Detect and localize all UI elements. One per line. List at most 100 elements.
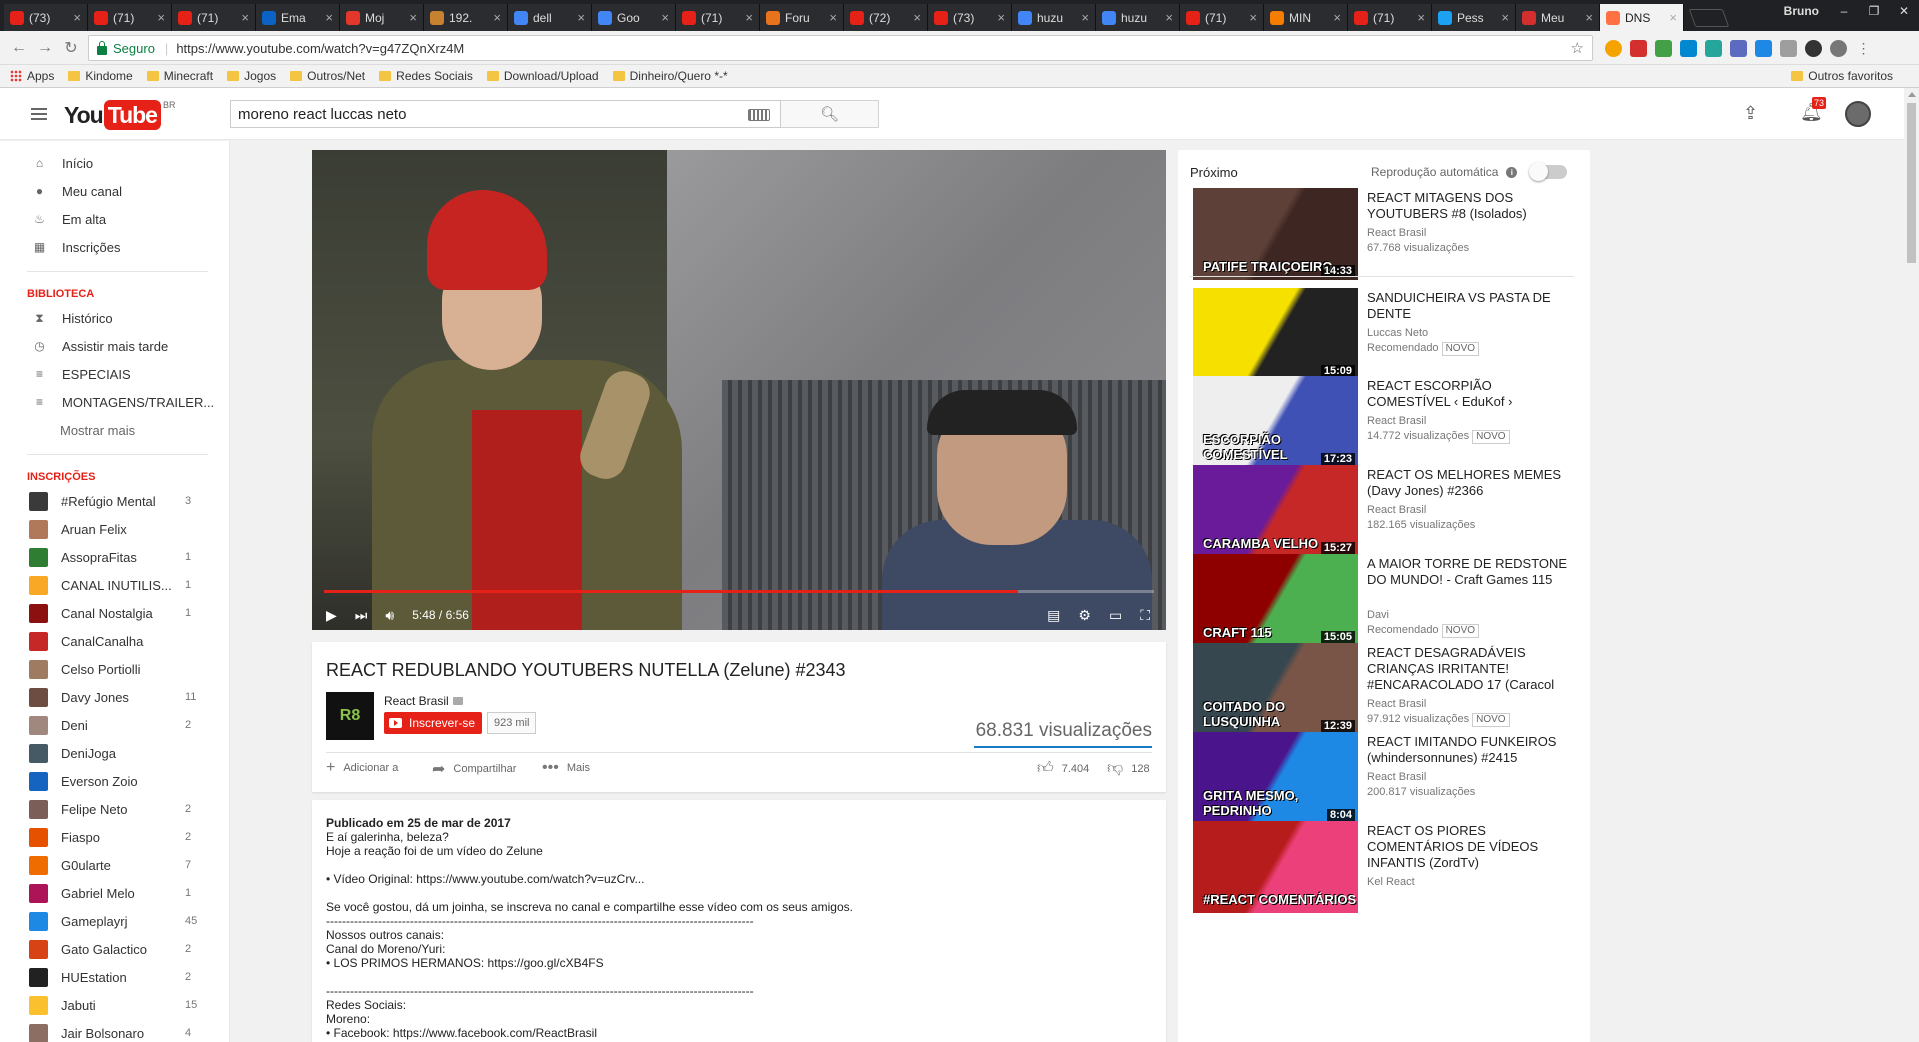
extension-icon[interactable] [1780, 40, 1797, 57]
related-video-channel[interactable]: Davi [1367, 608, 1389, 623]
youtube-logo[interactable]: You Tube BR [64, 100, 175, 130]
search-input[interactable]: moreno react luccas neto [230, 100, 781, 128]
page-scrollbar[interactable] [1904, 88, 1919, 1042]
extension-icon[interactable] [1630, 40, 1647, 57]
subscription-item[interactable]: Canal Nostalgia 1 [0, 599, 229, 627]
subscription-item[interactable]: Everson Zoio [0, 767, 229, 795]
tab-close-icon[interactable]: × [409, 10, 417, 25]
tab-close-icon[interactable]: × [1165, 10, 1173, 25]
info-icon[interactable]: i [1506, 166, 1518, 178]
extension-icon[interactable] [1655, 40, 1672, 57]
extension-icon[interactable] [1830, 40, 1847, 57]
bookmark-item[interactable]: Minecraft [146, 69, 213, 83]
bookmark-item[interactable]: Redes Sociais [379, 69, 473, 83]
related-video-title[interactable]: REACT ESCORPIÃO COMESTÍVEL ‹ EduKof › [1367, 378, 1577, 410]
bookmark-item[interactable]: Outros/Net [290, 69, 365, 83]
browser-tab[interactable]: huzu × [1012, 4, 1096, 31]
related-video-channel[interactable]: React Brasil [1367, 414, 1426, 429]
related-video-item[interactable]: PATIFE TRAIÇOEIRO 14:33 REACT MITAGENS DOS… [1193, 188, 1573, 284]
video-thumbnail[interactable]: GRITA MESMO, PEDRINHO 8:04 [1193, 732, 1358, 824]
sidebar-item[interactable]: ⧗ Histórico [0, 304, 229, 332]
address-bar[interactable]: Seguro | https://www.youtube.com/watch?v… [88, 35, 1593, 61]
related-video-title[interactable]: REACT DESAGRADÁVEIS CRIANÇAS IRRITANTE! … [1367, 645, 1577, 693]
bookmark-item[interactable]: Kindome [68, 69, 133, 83]
browser-tab[interactable]: Pess × [1432, 4, 1516, 31]
close-window-icon[interactable]: ✕ [1889, 4, 1919, 18]
play-icon[interactable]: ▶ [326, 607, 337, 624]
subscription-item[interactable]: CanalCanalha [0, 627, 229, 655]
browser-tab[interactable]: (71) × [1180, 4, 1264, 31]
browser-tab[interactable]: (71) × [676, 4, 760, 31]
extension-icon[interactable] [1805, 40, 1822, 57]
subscription-item[interactable]: AssopraFitas 1 [0, 543, 229, 571]
tab-close-icon[interactable]: × [241, 10, 249, 25]
related-video-item[interactable]: CRAFT 115 15:05 A MAIOR TORRE DE REDSTONE … [1193, 554, 1573, 650]
url-text[interactable]: https://www.youtube.com/watch?v=g47ZQnXr… [176, 41, 464, 56]
related-video-title[interactable]: REACT OS MELHORES MEMES (Davy Jones) #23… [1367, 467, 1577, 499]
browser-tab[interactable]: (73) × [4, 4, 88, 31]
related-video-title[interactable]: REACT MITAGENS DOS YOUTUBERS #8 (Isolado… [1367, 190, 1577, 222]
related-video-title[interactable]: REACT OS PIORES COMENTÁRIOS DE VÍDEOS IN… [1367, 823, 1577, 871]
tab-close-icon[interactable]: × [325, 10, 333, 25]
video-thumbnail[interactable]: 15:09 [1193, 288, 1358, 380]
autoplay-toggle[interactable] [1529, 162, 1568, 181]
extension-icon[interactable] [1730, 40, 1747, 57]
browser-tab[interactable]: dell × [508, 4, 592, 31]
related-video-item[interactable]: ESCORPIÃO COMESTÍVEL 17:23 REACT ESCORPIÃO… [1193, 376, 1573, 472]
video-thumbnail[interactable]: COITADO DO LUSQUINHA 12:39 [1193, 643, 1358, 735]
hamburger-menu-icon[interactable] [31, 108, 47, 123]
browser-tab[interactable]: (72) × [844, 4, 928, 31]
reload-icon[interactable]: ↻ [60, 38, 82, 58]
subscription-item[interactable]: HUEstation 2 [0, 963, 229, 991]
profile-name[interactable]: Bruno [1774, 4, 1829, 18]
keyboard-icon[interactable] [748, 109, 770, 121]
related-video-item[interactable]: COITADO DO LUSQUINHA 12:39 REACT DESAGRADÁ… [1193, 643, 1573, 739]
related-video-channel[interactable]: React Brasil [1367, 503, 1426, 518]
related-video-title[interactable]: A MAIOR TORRE DE REDSTONE DO MUNDO! - Cr… [1367, 556, 1577, 588]
extension-icon[interactable] [1705, 40, 1722, 57]
browser-tab[interactable]: MIN × [1264, 4, 1348, 31]
restore-icon[interactable]: ❐ [1859, 4, 1889, 18]
related-video-item[interactable]: GRITA MESMO, PEDRINHO 8:04 REACT IMITANDO … [1193, 732, 1573, 828]
tab-close-icon[interactable]: × [1081, 10, 1089, 25]
subscription-item[interactable]: Felipe Neto 2 [0, 795, 229, 823]
tab-close-icon[interactable]: × [1585, 10, 1593, 25]
subscription-item[interactable]: DeniJoga [0, 739, 229, 767]
share-button[interactable]: ➦ Compartilhar [432, 759, 516, 779]
extension-icon[interactable] [1755, 40, 1772, 57]
subscription-item[interactable]: Gameplayrj 45 [0, 907, 229, 935]
subscription-item[interactable]: Aruan Felix [0, 515, 229, 543]
dislike-button[interactable]: 👎︎ 128 [1107, 759, 1150, 778]
browser-tab[interactable]: (71) × [88, 4, 172, 31]
minimize-icon[interactable]: – [1829, 4, 1859, 18]
theater-mode-icon[interactable]: ▭ [1109, 607, 1122, 624]
related-video-channel[interactable]: Luccas Neto [1367, 326, 1428, 341]
scrollbar-thumb[interactable] [1907, 103, 1916, 263]
tab-close-icon[interactable]: × [1417, 10, 1425, 25]
related-video-item[interactable]: 15:09 SANDUICHEIRA VS PASTA DE DENTE Lucca… [1193, 288, 1573, 384]
bookmark-item[interactable]: Download/Upload [486, 69, 599, 83]
browser-tab[interactable]: (71) × [1348, 4, 1432, 31]
tab-close-icon[interactable]: × [997, 10, 1005, 25]
upload-icon[interactable]: ⇪ [1743, 103, 1758, 124]
subscribe-button[interactable]: Inscrever-se [384, 712, 483, 734]
scroll-up-arrow-icon[interactable] [1908, 92, 1916, 97]
other-bookmarks[interactable]: Outros favoritos [1791, 69, 1893, 83]
tab-close-icon[interactable]: × [661, 10, 669, 25]
tab-close-icon[interactable]: × [577, 10, 585, 25]
browser-tab[interactable]: (73) × [928, 4, 1012, 31]
related-video-channel[interactable]: React Brasil [1367, 226, 1426, 241]
subscription-item[interactable]: Jabuti 15 [0, 991, 229, 1019]
progress-bar[interactable] [324, 590, 1154, 593]
channel-logo[interactable]: R8 [326, 692, 374, 740]
sidebar-item[interactable]: ♨ Em alta [0, 205, 229, 233]
browser-tab[interactable]: Meu × [1516, 4, 1600, 31]
subscription-item[interactable]: Davy Jones 11 [0, 683, 229, 711]
extension-icon[interactable] [1680, 40, 1697, 57]
related-video-channel[interactable]: React Brasil [1367, 770, 1426, 785]
tab-close-icon[interactable]: × [1669, 10, 1677, 25]
tab-close-icon[interactable]: × [1333, 10, 1341, 25]
related-video-title[interactable]: SANDUICHEIRA VS PASTA DE DENTE [1367, 290, 1577, 322]
browser-tab[interactable]: (71) × [172, 4, 256, 31]
subscription-item[interactable]: Gabriel Melo 1 [0, 879, 229, 907]
